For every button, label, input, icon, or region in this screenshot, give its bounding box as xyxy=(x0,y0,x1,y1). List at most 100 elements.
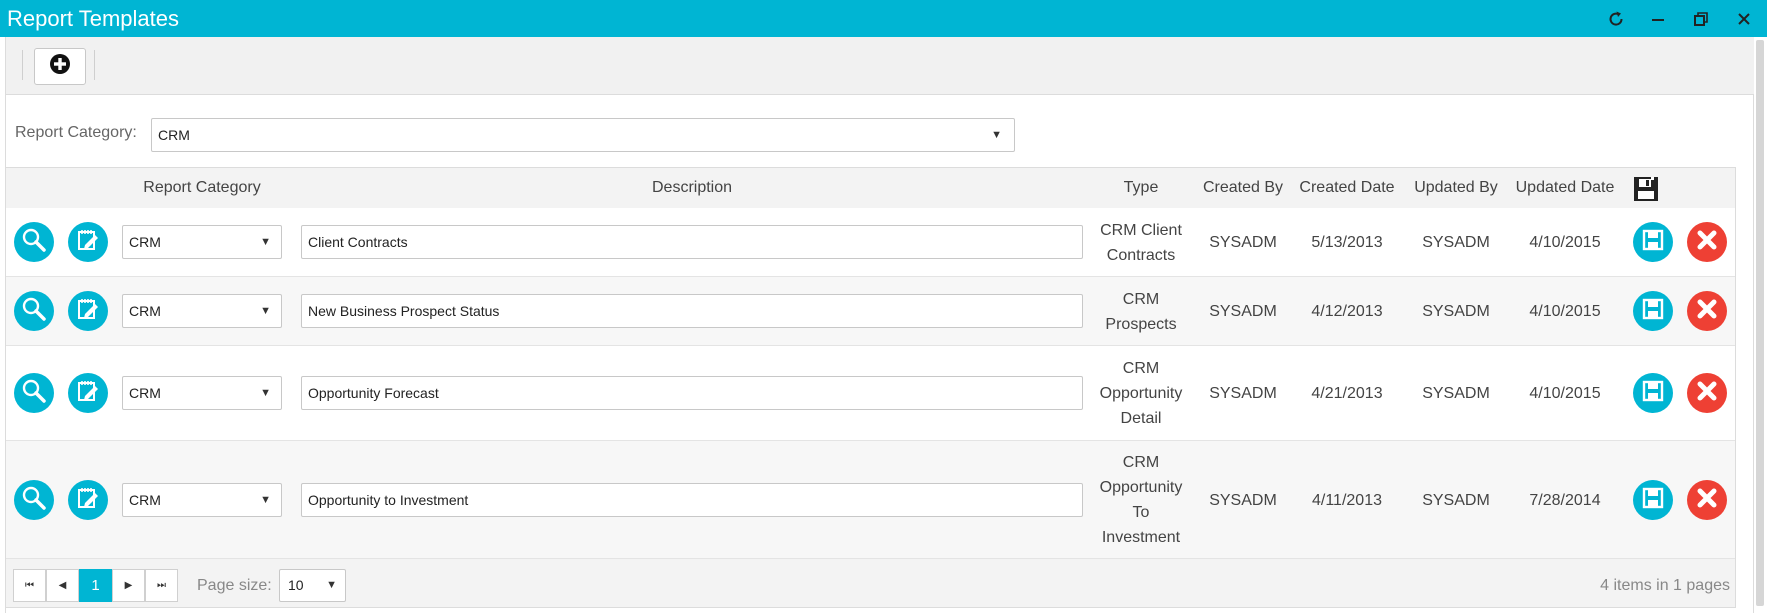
save-icon xyxy=(1642,487,1664,514)
edit-notepad-icon xyxy=(76,228,100,257)
grid-header: Report Category Description Type Created… xyxy=(6,168,1735,208)
view-button[interactable] xyxy=(14,373,54,413)
row-type: CRM Prospects xyxy=(1105,291,1177,333)
previous-page-button[interactable]: ◀ xyxy=(46,569,79,602)
refresh-icon[interactable] xyxy=(1596,0,1636,37)
row-created-date: 4/12/2013 xyxy=(1311,303,1383,320)
page-size-value: 10 xyxy=(288,577,304,593)
row-created-date: 5/13/2013 xyxy=(1311,234,1383,251)
view-button[interactable] xyxy=(14,222,54,262)
chevron-down-icon: ▼ xyxy=(260,305,271,317)
delete-x-icon xyxy=(1696,380,1718,407)
window-title: Report Templates xyxy=(7,6,180,31)
magnifier-icon xyxy=(21,296,47,327)
delete-row-button[interactable] xyxy=(1687,373,1727,413)
row-updated-by: SYSADM xyxy=(1422,234,1490,251)
save-row-button[interactable] xyxy=(1633,291,1673,331)
edit-button[interactable] xyxy=(68,480,108,520)
toolbar-divider xyxy=(22,50,23,80)
restore-icon[interactable] xyxy=(1681,0,1721,37)
table-row: CRM ▼ CRMOpportunityDetail SYSADM 4/21/2… xyxy=(6,346,1735,441)
close-icon[interactable] xyxy=(1724,0,1764,37)
column-header-description[interactable]: Description xyxy=(301,179,1083,197)
save-row-button[interactable] xyxy=(1633,480,1673,520)
row-updated-date: 4/10/2015 xyxy=(1529,385,1601,402)
row-description-input[interactable] xyxy=(301,483,1083,517)
row-created-by: SYSADM xyxy=(1209,385,1277,402)
edit-notepad-icon xyxy=(76,379,100,408)
minimize-icon[interactable] xyxy=(1638,0,1678,37)
row-created-date: 4/11/2013 xyxy=(1312,492,1382,509)
row-created-date: 4/21/2013 xyxy=(1311,385,1383,402)
row-description-input[interactable] xyxy=(301,225,1083,259)
last-page-button[interactable]: ⏭ xyxy=(145,569,178,602)
add-template-button[interactable] xyxy=(34,48,86,85)
row-category-value: CRM xyxy=(129,385,161,401)
first-page-button[interactable]: ⏮ xyxy=(13,569,46,602)
first-page-icon: ⏮ xyxy=(25,580,34,591)
column-header-created-date[interactable]: Created Date xyxy=(1293,179,1401,197)
scrollbar-thumb[interactable] xyxy=(1756,40,1764,606)
edit-button[interactable] xyxy=(68,222,108,262)
row-type: CRM Client Contracts xyxy=(1100,222,1182,264)
next-page-icon: ▶ xyxy=(124,580,133,591)
row-description-input[interactable] xyxy=(301,376,1083,410)
next-page-button[interactable]: ▶ xyxy=(112,569,145,602)
delete-row-button[interactable] xyxy=(1687,222,1727,262)
row-category-select[interactable]: CRM ▼ xyxy=(122,225,282,259)
report-templates-grid: Report Category Description Type Created… xyxy=(5,167,1736,608)
row-created-by: SYSADM xyxy=(1209,492,1277,509)
table-row: CRM ▼ CRMProspects SYSADM 4/12/2013 SYSA… xyxy=(6,277,1735,346)
save-icon xyxy=(1642,229,1664,256)
column-header-created-by[interactable]: Created By xyxy=(1198,179,1288,197)
row-category-value: CRM xyxy=(129,234,161,250)
magnifier-icon xyxy=(21,485,47,516)
row-updated-by: SYSADM xyxy=(1422,492,1490,509)
row-category-select[interactable]: CRM ▼ xyxy=(122,376,282,410)
column-header-updated-by[interactable]: Updated By xyxy=(1406,179,1506,197)
chevron-down-icon: ▼ xyxy=(260,236,271,248)
page-size-label: Page size: xyxy=(197,577,272,594)
delete-row-button[interactable] xyxy=(1687,480,1727,520)
row-updated-date: 4/10/2015 xyxy=(1529,234,1601,251)
row-description-input[interactable] xyxy=(301,294,1083,328)
row-updated-by: SYSADM xyxy=(1422,303,1490,320)
chevron-down-icon: ▼ xyxy=(991,129,1002,141)
row-updated-date: 4/10/2015 xyxy=(1529,303,1601,320)
magnifier-icon xyxy=(21,378,47,409)
save-icon xyxy=(1642,298,1664,325)
report-category-filter-label: Report Category: xyxy=(15,124,137,141)
view-button[interactable] xyxy=(14,480,54,520)
filter-selected-value: CRM xyxy=(158,127,190,143)
chevron-down-icon: ▼ xyxy=(260,494,271,506)
row-created-by: SYSADM xyxy=(1209,303,1277,320)
save-all-icon[interactable] xyxy=(1633,176,1659,207)
save-row-button[interactable] xyxy=(1633,373,1673,413)
delete-x-icon xyxy=(1696,298,1718,325)
page-size-select[interactable]: 10 ▼ xyxy=(279,569,346,602)
column-header-type[interactable]: Type xyxy=(1088,179,1194,197)
column-header-report-category[interactable]: Report Category xyxy=(122,179,282,197)
view-button[interactable] xyxy=(14,291,54,331)
report-category-filter-select[interactable]: CRM ▼ xyxy=(151,118,1015,152)
row-category-value: CRM xyxy=(129,303,161,319)
page-number-button[interactable]: 1 xyxy=(79,569,112,602)
pager: ⏮ ◀ 1 ▶ ⏭ Page size: 10 ▼ 4 items in 1 p… xyxy=(6,559,1735,607)
title-bar: Report Templates xyxy=(0,0,1767,37)
save-row-button[interactable] xyxy=(1633,222,1673,262)
edit-button[interactable] xyxy=(68,291,108,331)
row-category-select[interactable]: CRM ▼ xyxy=(122,483,282,517)
row-created-by: SYSADM xyxy=(1209,234,1277,251)
column-header-updated-date[interactable]: Updated Date xyxy=(1509,179,1621,197)
toolbar-divider xyxy=(94,50,95,80)
save-icon xyxy=(1642,380,1664,407)
row-type: CRM Opportunity Detail xyxy=(1099,360,1183,427)
chevron-down-icon: ▼ xyxy=(326,579,337,591)
edit-button[interactable] xyxy=(68,373,108,413)
row-category-value: CRM xyxy=(129,492,161,508)
edit-notepad-icon xyxy=(76,297,100,326)
chevron-down-icon: ▼ xyxy=(260,387,271,399)
delete-row-button[interactable] xyxy=(1687,291,1727,331)
edit-notepad-icon xyxy=(76,486,100,515)
row-category-select[interactable]: CRM ▼ xyxy=(122,294,282,328)
